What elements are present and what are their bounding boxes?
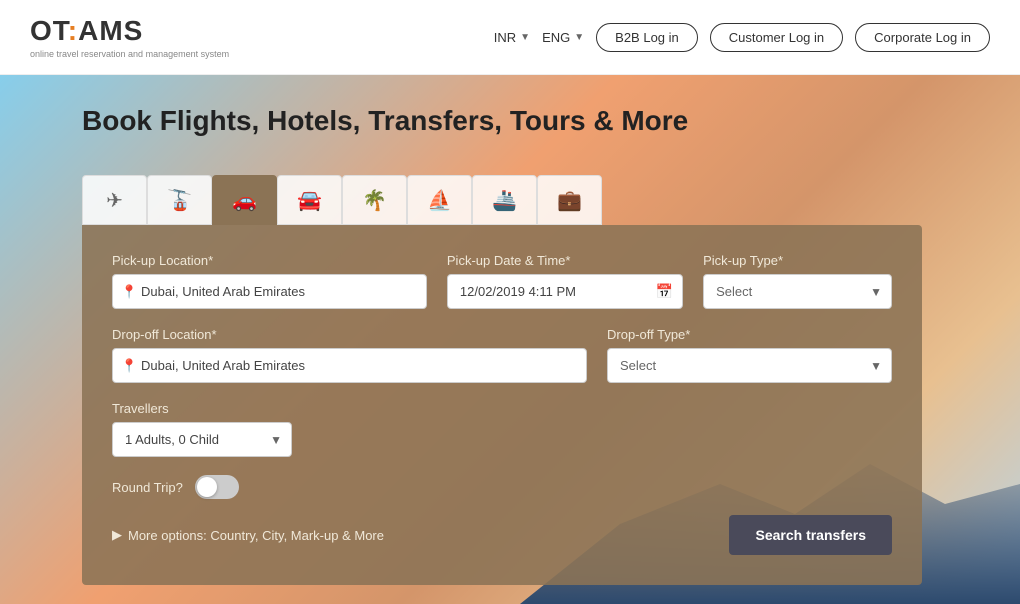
pickup-type-select-wrapper: Select Airport Hotel Port Train Station … <box>703 274 892 309</box>
pickup-type-select[interactable]: Select Airport Hotel Port Train Station … <box>703 274 892 309</box>
pickup-datetime-wrapper: 📅 <box>447 274 683 309</box>
dropoff-type-group: Drop-off Type* Select Airport Hotel Port… <box>607 327 892 383</box>
toggle-thumb <box>197 477 217 497</box>
language-arrow: ▼ <box>574 32 584 43</box>
dropoff-location-input-wrapper: 📍 <box>112 348 587 383</box>
dropoff-location-icon: 📍 <box>121 358 137 374</box>
calendar-icon[interactable]: 📅 <box>656 283 673 300</box>
pickup-location-group: Pick-up Location* 📍 <box>112 253 427 309</box>
tab-flights[interactable]: ✈ <box>82 175 147 225</box>
dropoff-location-label: Drop-off Location* <box>112 327 587 342</box>
transfers-form: Pick-up Location* 📍 Pick-up Date & Time*… <box>82 225 922 585</box>
header-right: INR ▼ ENG ▼ B2B Log in Customer Log in C… <box>494 23 990 52</box>
customer-login-button[interactable]: Customer Log in <box>710 23 843 52</box>
pickup-location-input[interactable] <box>112 274 427 309</box>
form-row-1: Pick-up Location* 📍 Pick-up Date & Time*… <box>112 253 892 309</box>
logo-subtext: online travel reservation and management… <box>30 49 229 59</box>
more-options-chevron: ▶ <box>112 527 122 543</box>
b2b-login-button[interactable]: B2B Log in <box>596 23 698 52</box>
currency-dropdown[interactable]: INR ▼ <box>494 30 530 45</box>
tab-trains[interactable]: 🚡 <box>147 175 212 225</box>
round-trip-row: Round Trip? <box>112 475 892 499</box>
round-trip-label: Round Trip? <box>112 480 183 495</box>
pickup-location-label: Pick-up Location* <box>112 253 427 268</box>
more-options-link[interactable]: ▶ More options: Country, City, Mark-up &… <box>112 527 384 543</box>
pickup-type-label: Pick-up Type* <box>703 253 892 268</box>
location-icon: 📍 <box>121 284 137 300</box>
tab-ferries[interactable]: 🚢 <box>472 175 537 225</box>
tab-transfers[interactable]: 🚗 <box>212 175 277 225</box>
dropoff-location-group: Drop-off Location* 📍 <box>112 327 587 383</box>
corporate-login-button[interactable]: Corporate Log in <box>855 23 990 52</box>
header: OT:AMS online travel reservation and man… <box>0 0 1020 75</box>
travellers-select[interactable]: 1 Adults, 0 Child 2 Adults, 0 Child 2 Ad… <box>112 422 292 457</box>
hero-title: Book Flights, Hotels, Transfers, Tours &… <box>82 105 688 137</box>
currency-arrow: ▼ <box>520 32 530 43</box>
more-options-text: More options: Country, City, Mark-up & M… <box>128 528 384 543</box>
tab-tours[interactable]: 🌴 <box>342 175 407 225</box>
logo: OT:AMS online travel reservation and man… <box>30 15 229 59</box>
currency-label: INR <box>494 30 516 45</box>
language-dropdown[interactable]: ENG ▼ <box>542 30 584 45</box>
travellers-label: Travellers <box>112 401 892 416</box>
pickup-datetime-label: Pick-up Date & Time* <box>447 253 683 268</box>
form-row-2: Drop-off Location* 📍 Drop-off Type* Sele… <box>112 327 892 383</box>
dropoff-type-select[interactable]: Select Airport Hotel Port Train Station … <box>607 348 892 383</box>
travellers-select-wrapper: 1 Adults, 0 Child 2 Adults, 0 Child 2 Ad… <box>112 422 292 457</box>
tab-cruises[interactable]: ⛵ <box>407 175 472 225</box>
round-trip-toggle[interactable] <box>195 475 239 499</box>
pickup-datetime-input[interactable] <box>447 274 683 309</box>
dropoff-type-label: Drop-off Type* <box>607 327 892 342</box>
logo-text: OT:AMS <box>30 15 229 47</box>
travellers-row: Travellers 1 Adults, 0 Child 2 Adults, 0… <box>112 401 892 457</box>
pickup-type-group: Pick-up Type* Select Airport Hotel Port … <box>703 253 892 309</box>
tab-car-rental[interactable]: 🚘 <box>277 175 342 225</box>
dropoff-location-input[interactable] <box>112 348 587 383</box>
language-label: ENG <box>542 30 570 45</box>
hero: Book Flights, Hotels, Transfers, Tours &… <box>0 75 1020 604</box>
more-options-row: ▶ More options: Country, City, Mark-up &… <box>112 515 892 555</box>
dropoff-type-select-wrapper: Select Airport Hotel Port Train Station … <box>607 348 892 383</box>
service-tabs: ✈ 🚡 🚗 🚘 🌴 ⛵ 🚢 💼 <box>82 175 602 225</box>
pickup-datetime-group: Pick-up Date & Time* 📅 <box>447 253 683 309</box>
tab-insurance[interactable]: 💼 <box>537 175 602 225</box>
search-transfers-button[interactable]: Search transfers <box>729 515 892 555</box>
pickup-location-input-wrapper: 📍 <box>112 274 427 309</box>
